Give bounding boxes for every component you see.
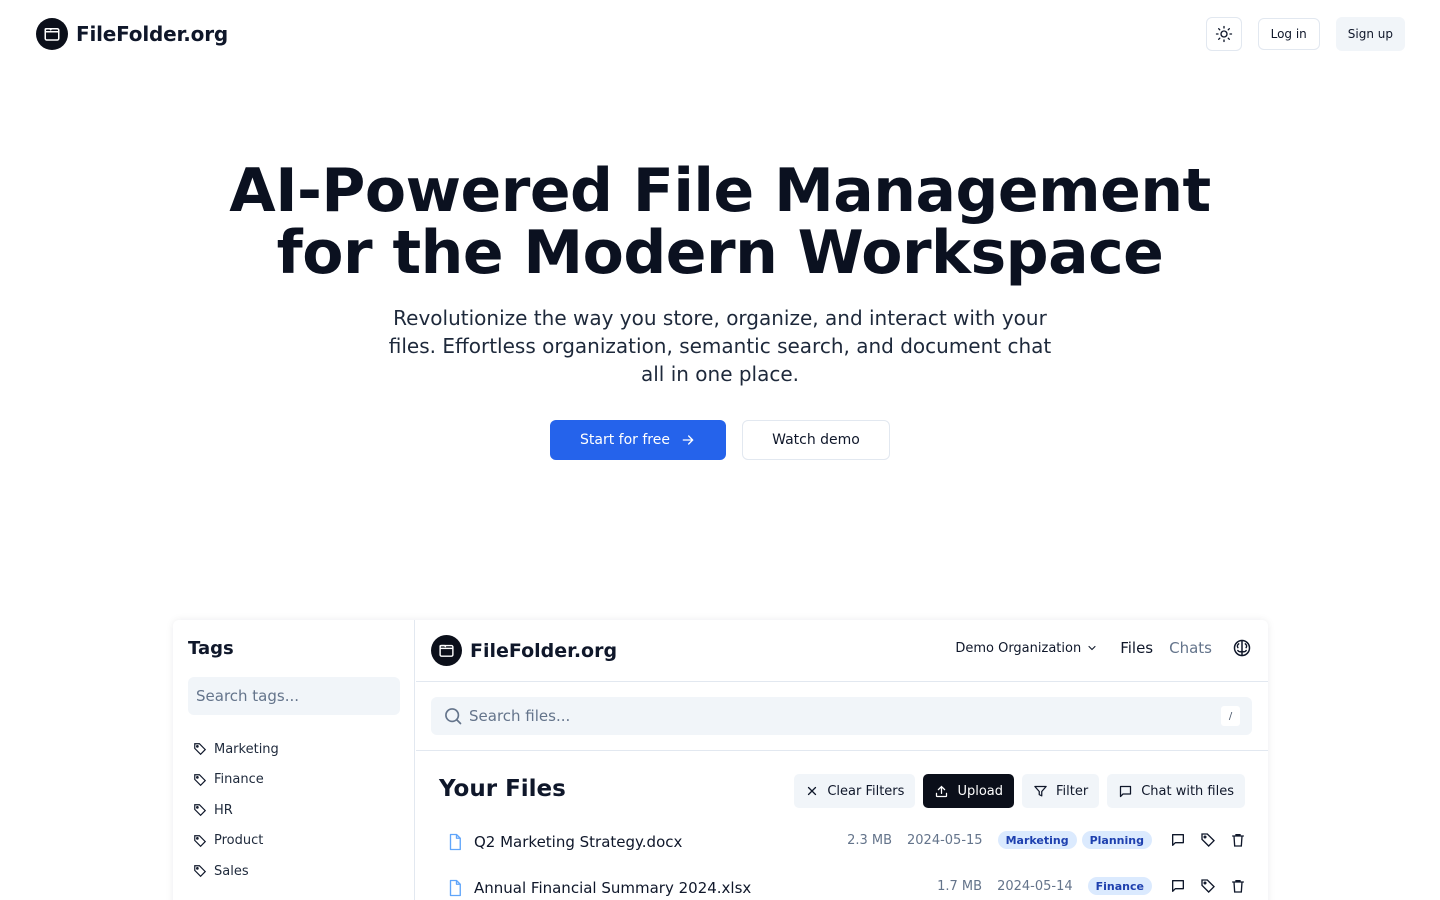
brain-icon[interactable] [1232,638,1252,658]
start-for-free-label: Start for free [580,432,670,448]
close-icon [808,786,817,796]
theme-toggle-button[interactable] [1205,17,1242,51]
organization-label: Demo Organization [955,640,1082,656]
message-square-icon [1120,785,1132,797]
tag-label: Finance [214,772,264,788]
app-nav: Demo Organization Files Chats [955,638,1252,658]
tag-item-marketing[interactable]: Marketing [193,734,279,765]
filter-icon [1034,785,1047,796]
app-brand[interactable]: FileFolder.org [431,635,617,666]
upload-icon [936,785,948,797]
chat-with-files-button[interactable]: Chat with files [1107,774,1245,808]
files-main-panel: FileFolder.org Demo Organization Files C… [416,620,1268,900]
watch-demo-button[interactable]: Watch demo [742,420,890,460]
folder-logo-icon [36,18,68,50]
chat-icon[interactable] [1170,832,1186,848]
file-row-meta: 1.7 MB 2024-05-14 Finance [937,877,1246,895]
file-date: 2024-05-15 [907,832,983,848]
tags-sidebar: Tags Marketing Finance HR Product Sales [173,620,415,900]
chat-with-files-label: Chat with files [1141,783,1234,799]
tag-item-finance[interactable]: Finance [193,765,279,796]
arrow-right-icon [682,435,694,445]
file-search-field[interactable]: / [431,697,1252,735]
filter-button[interactable]: Filter [1022,774,1100,808]
tag-icon [194,773,207,786]
file-size: 1.7 MB [937,878,983,894]
file-row-actions [1170,832,1246,848]
file-icon [449,833,461,851]
your-files-heading: Your Files [439,776,566,802]
sun-icon [1215,25,1232,43]
hero-title-line-2: for the Modern Workspace [276,218,1164,288]
hero-cta-group: Start for free Watch demo [550,420,890,460]
tag-item-hr[interactable]: HR [193,795,279,826]
tag-label: Product [214,833,264,849]
nav-files-link[interactable]: Files [1120,639,1153,657]
tag-list: Marketing Finance HR Product Sales [193,734,279,887]
tag-icon [194,804,207,817]
upload-button[interactable]: Upload [923,774,1014,808]
filter-label: Filter [1056,783,1089,799]
clear-filters-label: Clear Filters [827,783,905,799]
top-navbar: FileFolder.org Log in Sign up [0,0,1440,68]
hero-title-line-1: AI-Powered File Management [229,156,1211,226]
file-search-input[interactable] [469,707,1169,725]
tag-icon[interactable] [1200,878,1216,894]
tag-icon[interactable] [1200,832,1216,848]
search-icon [445,708,462,725]
file-row[interactable]: Q2 Marketing Strategy.docx 2.3 MB 2024-0… [446,827,1246,857]
file-row-meta: 2.3 MB 2024-05-15 Marketing Planning [847,831,1246,849]
folder-logo-icon [431,635,462,666]
app-header: FileFolder.org Demo Organization Files C… [416,620,1268,682]
file-size: 2.3 MB [847,832,893,848]
tag-item-sales[interactable]: Sales [193,856,279,887]
upload-label: Upload [957,783,1003,799]
tag-icon [194,834,207,847]
file-tag-badge[interactable]: Finance [1087,877,1152,895]
file-row-actions [1170,878,1246,894]
chat-icon[interactable] [1170,878,1186,894]
app-brand-name: FileFolder.org [470,639,618,662]
brand-name: FileFolder.org [76,22,228,46]
clear-filters-button[interactable]: Clear Filters [794,774,916,808]
brand[interactable]: FileFolder.org [36,18,228,50]
search-shortcut-hint: / [1221,706,1240,726]
nav-chats-link[interactable]: Chats [1169,639,1212,657]
tag-label: Sales [214,863,249,879]
hero-title: AI-Powered File Management for the Moder… [0,160,1440,284]
tag-search-input[interactable] [188,677,400,715]
file-name[interactable]: Annual Financial Summary 2024.xlsx [474,879,751,897]
files-toolbar: Clear Filters Upload Filter Chat with fi… [794,774,1245,808]
file-row[interactable]: Annual Financial Summary 2024.xlsx 1.7 M… [446,873,1246,900]
tag-icon [194,865,207,878]
file-tag-badge[interactable]: Planning [1081,831,1152,849]
file-tag-badge[interactable]: Marketing [997,831,1077,849]
app-preview: Tags Marketing Finance HR Product Sales [173,620,1268,900]
hero-subtitle: Revolutionize the way you store, organiz… [388,306,1052,386]
file-search-bar: / [416,682,1268,751]
tag-label: HR [214,802,233,818]
start-for-free-button[interactable]: Start for free [550,420,726,460]
login-button[interactable]: Log in [1257,18,1320,50]
tag-label: Marketing [214,741,279,757]
file-icon [449,879,461,897]
file-name[interactable]: Q2 Marketing Strategy.docx [474,833,682,851]
tag-icon [194,743,207,756]
tag-item-product[interactable]: Product [193,826,279,857]
signup-button[interactable]: Sign up [1335,17,1405,51]
trash-icon[interactable] [1230,878,1246,894]
trash-icon[interactable] [1230,832,1246,848]
chevron-down-icon [1088,645,1096,651]
file-date: 2024-05-14 [997,878,1073,894]
organization-select[interactable]: Demo Organization [955,641,1098,656]
tags-title: Tags [188,638,234,659]
